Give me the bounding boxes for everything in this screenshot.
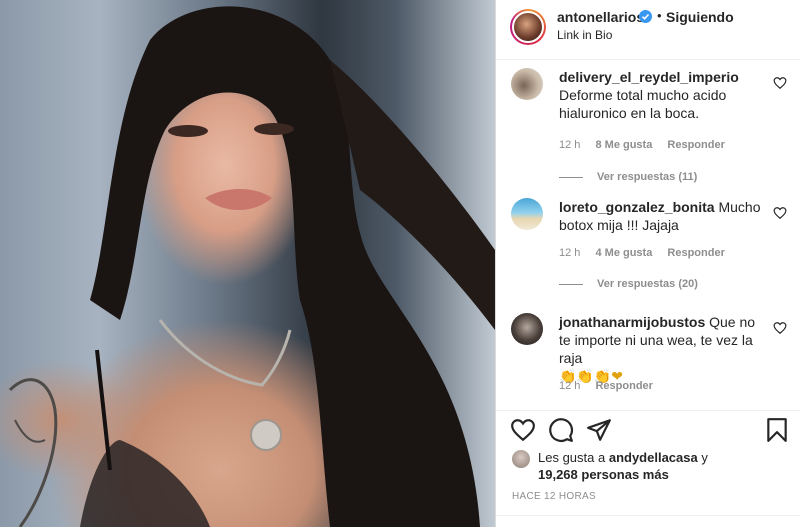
author-username[interactable]: antonellarios [557,9,644,25]
liked-by-prefix: Les gusta a [538,450,606,465]
reply-button[interactable]: Responder [667,247,724,259]
post-timestamp[interactable]: HACE 12 HORAS [512,491,596,502]
comment-meta: 12 h 8 Me gusta Responder [559,139,737,151]
add-comment-area[interactable] [496,515,800,527]
separator-dot: • [657,8,662,23]
following-button[interactable]: Siguiendo [666,9,734,25]
comment-text: loreto_gonzalez_bonita Mucho botox mija … [559,198,764,234]
comment-time[interactable]: 12 h [559,380,580,392]
comment-username[interactable]: jonathanarmijobustos [559,314,705,330]
comment-meta: 12 h 4 Me gusta Responder [559,247,737,259]
divider [559,283,583,285]
avatar-man-icon[interactable] [511,313,543,345]
like-comment-icon[interactable] [773,321,787,335]
comment-username[interactable]: delivery_el_reydel_imperio [559,69,739,85]
post-actions-bar [496,410,800,450]
comment-text: delivery_el_reydel_imperio Deforme total… [559,68,764,122]
bookmark-icon[interactable] [764,417,790,443]
likes-count[interactable]: 19,268 personas más [538,467,669,482]
liker-avatar[interactable] [512,450,530,468]
author-avatar[interactable] [510,9,546,45]
heart-icon[interactable] [510,417,536,443]
comment-time[interactable]: 12 h [559,247,580,259]
avatar-dog-icon[interactable] [511,68,543,100]
verified-badge-icon [639,10,652,23]
comment-likes[interactable]: 8 Me gusta [595,139,652,151]
overflow-fade [731,380,800,410]
like-comment-icon[interactable] [773,76,787,90]
post-details-panel: antonellarios • Siguiendo Link in Bio de… [495,0,800,527]
reply-button[interactable]: Responder [667,139,724,151]
comment-meta: 12 h Responder [559,380,665,392]
comments-list[interactable]: delivery_el_reydel_imperio Deforme total… [496,60,800,410]
share-icon[interactable] [586,417,612,443]
liked-by-line: Les gusta a andydellacasa y [538,450,708,465]
view-replies-button[interactable]: Ver respuestas (11) [559,171,697,183]
comment-icon[interactable] [548,417,574,443]
liked-by-user[interactable]: andydellacasa [609,450,698,465]
liked-by: Les gusta a andydellacasa y 19,268 perso… [496,445,800,485]
post-header: antonellarios • Siguiendo Link in Bio [496,0,800,60]
comment-body: Deforme total mucho acido hialuronico en… [559,87,727,121]
comment-username[interactable]: loreto_gonzalez_bonita [559,199,715,215]
reply-button[interactable]: Responder [595,380,652,392]
view-replies-button[interactable]: Ver respuestas (20) [559,278,698,290]
like-comment-icon[interactable] [773,206,787,220]
comment-likes[interactable]: 4 Me gusta [595,247,652,259]
liked-by-suffix: y [701,450,708,465]
post-photo[interactable] [0,0,495,527]
author-subtitle: Link in Bio [557,28,613,42]
post-photo-illustration [8,6,495,527]
comment-time[interactable]: 12 h [559,139,580,151]
avatar-beach-icon[interactable] [511,198,543,230]
divider [559,176,583,178]
comment-text: jonathanarmijobustos Que no te importe n… [559,313,764,385]
